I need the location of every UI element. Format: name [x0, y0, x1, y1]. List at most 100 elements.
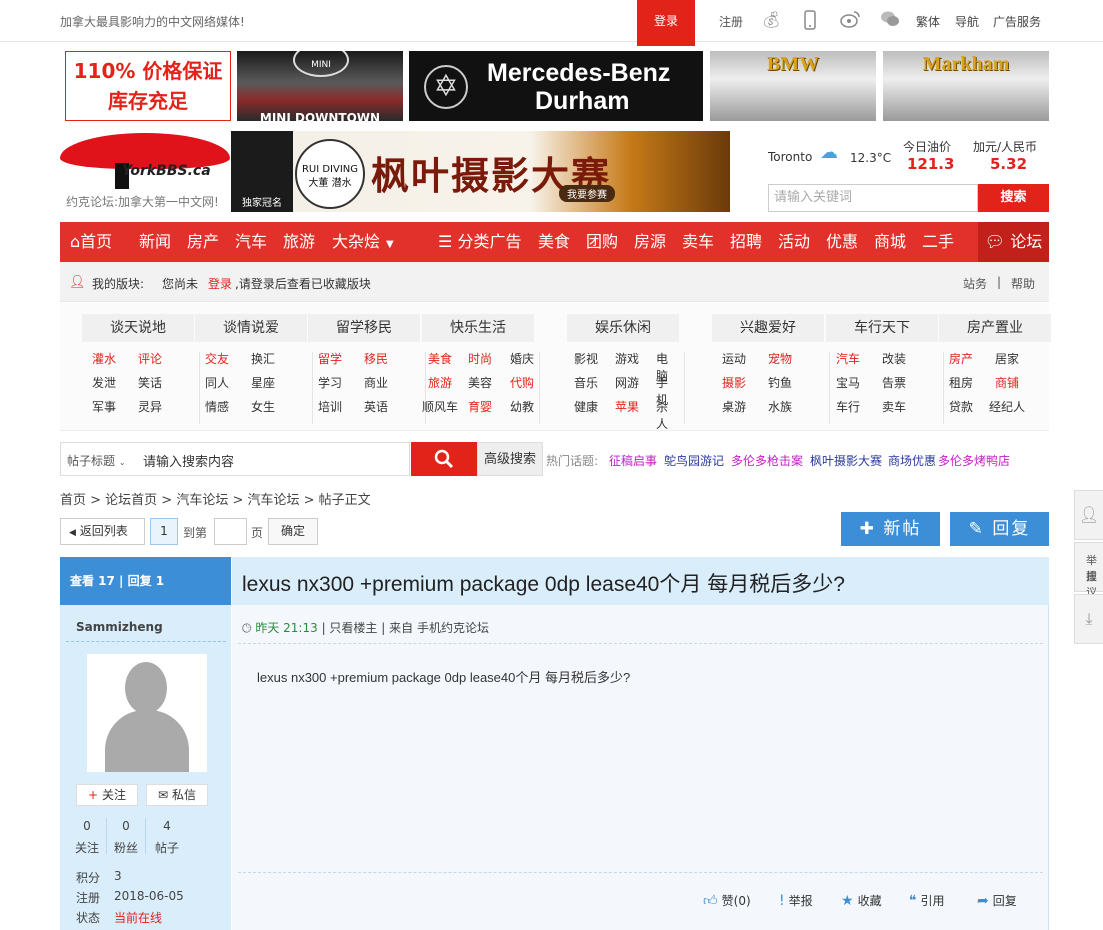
like-button[interactable]: 👍︎ 赞(0)	[703, 892, 751, 909]
photo-contest-banner[interactable]: 独家冠名 RUI DIVING 大董 潜水 枫叶摄影大赛 我要参赛	[231, 131, 730, 212]
nav-realestate[interactable]: 房产	[187, 222, 219, 262]
price-guarantee-ad[interactable]: 110% 价格保证 库存充足	[65, 51, 231, 121]
nav-deals[interactable]: 优惠	[826, 222, 858, 262]
category-link[interactable]: 运动	[722, 350, 746, 367]
myboard-login-link[interactable]: 登录	[208, 275, 232, 292]
advanced-search-button[interactable]: 高级搜索	[477, 442, 543, 476]
category-link[interactable]: 灵异	[138, 398, 162, 415]
favorite-button[interactable]: ★ 收藏	[841, 892, 882, 909]
mercedes-durham-ad[interactable]: ✡︎ Mercedes-Benz Durham	[409, 51, 703, 121]
posts-label[interactable]: 帖子	[152, 839, 182, 856]
wechat-icon[interactable]	[880, 10, 900, 30]
hot-topic-link[interactable]: 多伦多枪击案	[731, 452, 803, 469]
category-link[interactable]: 网游	[615, 374, 639, 391]
quote-button[interactable]: ❝ 引用	[909, 892, 945, 909]
markham-ad[interactable]: Markham	[883, 51, 1049, 121]
navigation-link[interactable]: 导航	[955, 13, 979, 30]
category-link[interactable]: 房产	[949, 350, 973, 367]
nav-sellcar[interactable]: 卖车	[682, 222, 714, 262]
help-link[interactable]: 帮助	[1011, 275, 1035, 292]
site-affairs-link[interactable]: 站务	[963, 275, 987, 292]
category-link[interactable]: 育婴	[468, 398, 492, 415]
category-link[interactable]: 美食	[428, 350, 452, 367]
category-link[interactable]: 商铺	[995, 374, 1019, 391]
nav-news[interactable]: 新闻	[139, 222, 171, 262]
weibo-icon[interactable]	[840, 10, 860, 30]
traditional-chinese-link[interactable]: 繁体	[916, 13, 940, 30]
category-title[interactable]: 快乐生活	[422, 314, 534, 342]
category-link[interactable]: 美容	[468, 374, 492, 391]
reply-button[interactable]: ✎ 回复	[950, 512, 1049, 546]
hot-topic-link[interactable]: 商场优惠	[888, 452, 936, 469]
category-link[interactable]: 影视	[574, 350, 598, 367]
mini-downtown-ad[interactable]: MINI MINI DOWNTOWN	[237, 51, 403, 121]
only-author-link[interactable]: 只看楼主	[329, 621, 377, 635]
category-title[interactable]: 兴趣爱好	[712, 314, 824, 342]
join-contest-button[interactable]: 我要参赛	[559, 185, 615, 202]
follow-button[interactable]: + 关注	[76, 784, 138, 806]
message-button[interactable]: ✉ 私信	[146, 784, 208, 806]
mobile-icon[interactable]	[800, 10, 820, 30]
nav-travel[interactable]: 旅游	[283, 222, 315, 262]
hot-topic-link[interactable]: 鸵鸟园游记	[664, 452, 724, 469]
nav-auto[interactable]: 汽车	[235, 222, 267, 262]
category-link[interactable]: 女生	[251, 398, 275, 415]
category-link[interactable]: 笑话	[138, 374, 162, 391]
category-link[interactable]: 军事	[92, 398, 116, 415]
advertising-link[interactable]: 广告服务	[993, 13, 1041, 30]
category-link[interactable]: 幼教	[510, 398, 534, 415]
nav-forum[interactable]: 💬︎ 论坛	[978, 222, 1049, 262]
current-page[interactable]: 1	[150, 518, 178, 545]
nav-groupbuy[interactable]: 团购	[586, 222, 618, 262]
nav-classifieds[interactable]: ☰ 分类广告	[438, 222, 521, 262]
back-to-list-button[interactable]: ◀ 返回列表	[60, 518, 145, 545]
category-link[interactable]: 贷款	[949, 398, 973, 415]
nav-secondhand[interactable]: 二手	[922, 222, 954, 262]
category-link[interactable]: 居家	[995, 350, 1019, 367]
nav-misc[interactable]: 大杂烩 ▼	[332, 222, 394, 262]
category-link[interactable]: 租房	[949, 374, 973, 391]
nav-jobs[interactable]: 招聘	[730, 222, 762, 262]
nav-home[interactable]: ⌂首页	[70, 222, 112, 262]
category-title[interactable]: 留学移民	[308, 314, 420, 342]
float-download-button[interactable]: ⤓	[1074, 594, 1103, 644]
nav-mall[interactable]: 商城	[874, 222, 906, 262]
hot-topic-link[interactable]: 多伦多烤鸭店	[938, 452, 1010, 469]
breadcrumb[interactable]: 首页 > 论坛首页 > 汽车论坛 > 汽车论坛 > 帖子正文	[60, 489, 371, 508]
category-link[interactable]: 杀人	[656, 398, 679, 432]
category-link[interactable]: 旅游	[428, 374, 452, 391]
category-link[interactable]: 宠物	[768, 350, 792, 367]
category-link[interactable]: 桌游	[722, 398, 746, 415]
search-button[interactable]	[411, 442, 477, 476]
category-link[interactable]: 灌水	[92, 350, 116, 367]
keyword-search-input[interactable]: 请输入关键词	[768, 184, 978, 212]
category-link[interactable]: 婚庆	[510, 350, 534, 367]
bmw-ad[interactable]: BMW	[710, 51, 876, 121]
money-bag-icon[interactable]: 💰︎	[761, 10, 781, 30]
nav-events[interactable]: 活动	[778, 222, 810, 262]
category-link[interactable]: 情感	[205, 398, 229, 415]
category-link[interactable]: 水族	[768, 398, 792, 415]
category-link[interactable]: 经纪人	[989, 398, 1025, 415]
category-link[interactable]: 告票	[882, 374, 906, 391]
new-post-button[interactable]: ✚ 新帖	[841, 512, 940, 546]
following-label[interactable]: 关注	[72, 839, 102, 856]
report-button[interactable]: ! 举报	[779, 892, 813, 909]
hot-topic-link[interactable]: 征稿启事	[609, 452, 657, 469]
category-link[interactable]: 改装	[882, 350, 906, 367]
category-link[interactable]: 留学	[318, 350, 342, 367]
category-title[interactable]: 娱乐休闲	[567, 314, 679, 342]
author-name[interactable]: Sammizheng	[76, 620, 163, 634]
category-link[interactable]: 汽车	[836, 350, 860, 367]
category-title[interactable]: 谈天说地	[82, 314, 194, 342]
category-link[interactable]: 交友	[205, 350, 229, 367]
nav-housing[interactable]: 房源	[634, 222, 666, 262]
category-link[interactable]: 同人	[205, 374, 229, 391]
float-user-button[interactable]: 👤︎	[1074, 490, 1103, 540]
category-link[interactable]: 学习	[318, 374, 342, 391]
category-link[interactable]: 钓鱼	[768, 374, 792, 391]
category-link[interactable]: 发泄	[92, 374, 116, 391]
search-input[interactable]: 请输入搜索内容	[143, 451, 234, 470]
search-type-select[interactable]: 帖子标题 ⌄	[67, 452, 126, 469]
category-title[interactable]: 房产置业	[939, 314, 1051, 342]
